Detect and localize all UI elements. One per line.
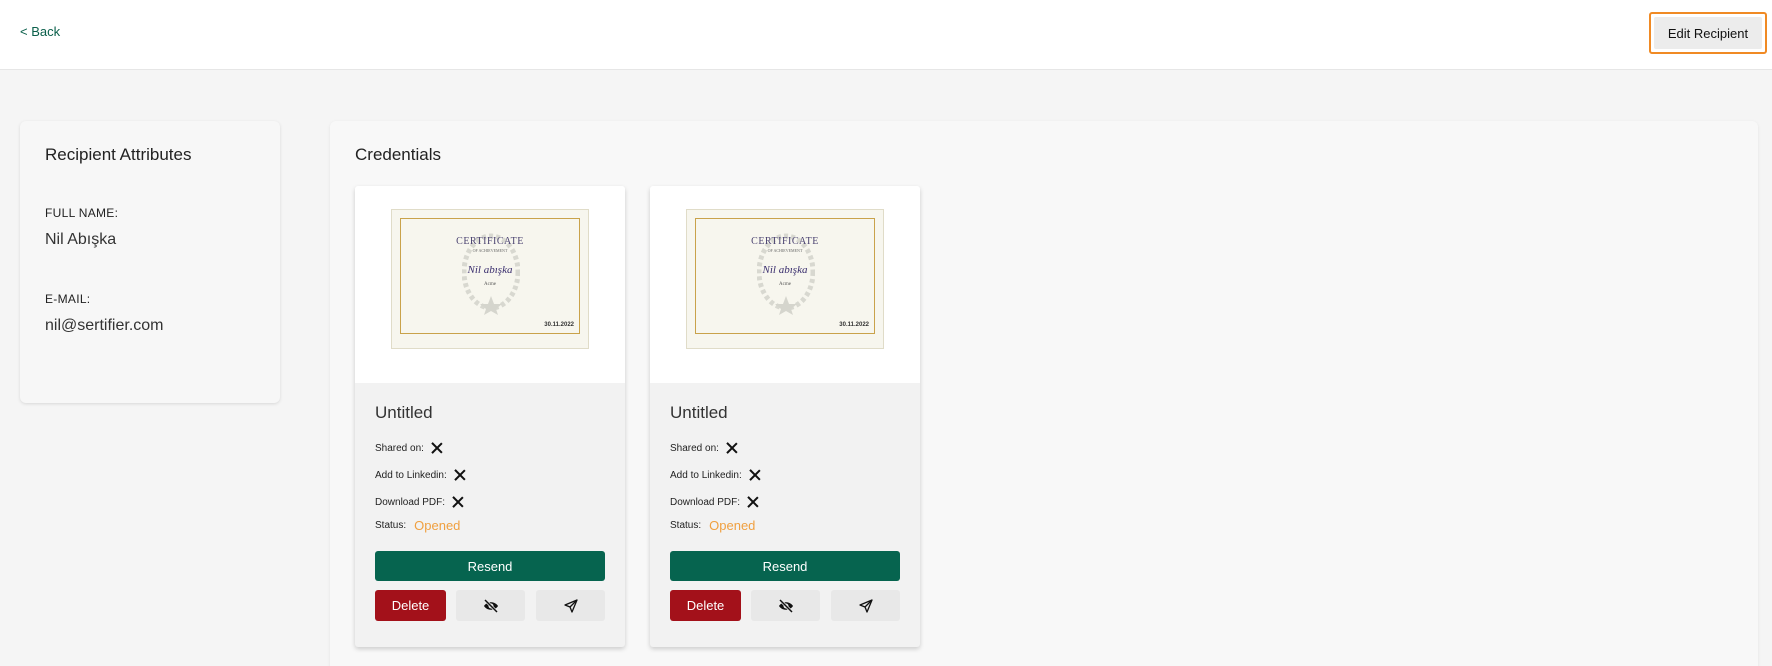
certificate-org: Acme <box>779 282 791 287</box>
download-pdf-row: Download PDF: <box>375 496 464 508</box>
close-icon <box>747 496 759 508</box>
fullname-value: Nil Abışka <box>45 231 117 248</box>
certificate-date: 30.11.2022 <box>839 322 869 328</box>
status-value: Opened <box>709 518 756 533</box>
send-icon <box>858 598 873 613</box>
status-row: Status: Opened <box>375 518 460 533</box>
status-row: Status: Opened <box>670 518 755 533</box>
certificate-thumbnail: CERTIFICATE OF ACHIEVEMENT Nil abışka Ac… <box>391 209 589 349</box>
edit-recipient-button[interactable]: Edit Recipient <box>1649 12 1767 54</box>
close-icon <box>749 469 761 481</box>
add-to-linkedin-label: Add to Linkedin: <box>670 469 742 481</box>
shared-on-label: Shared on: <box>670 442 719 454</box>
certificate-subheading: OF ACHIEVEMENT <box>472 248 508 253</box>
certificate-preview-area[interactable]: CERTIFICATE OF ACHIEVEMENT Nil abışka Ac… <box>650 186 920 383</box>
linkedin-row: Add to Linkedin: <box>670 469 761 481</box>
linkedin-row: Add to Linkedin: <box>375 469 466 481</box>
credential-name: Untitled <box>670 403 728 422</box>
close-icon <box>454 469 466 481</box>
send-button[interactable] <box>536 590 605 621</box>
fullname-label: FULL NAME: <box>45 206 119 220</box>
status-value: Opened <box>414 518 461 533</box>
credential-card: CERTIFICATE OF ACHIEVEMENT Nil abışka Ac… <box>650 186 920 647</box>
recipient-attributes-card: Recipient Attributes FULL NAME: Nil Abış… <box>20 121 280 403</box>
certificate-thumbnail: CERTIFICATE OF ACHIEVEMENT Nil abışka Ac… <box>686 209 884 349</box>
certificate-recipient-name: Nil abışka <box>762 264 808 276</box>
close-icon <box>726 442 738 454</box>
credential-name: Untitled <box>375 403 433 422</box>
close-icon <box>431 442 443 454</box>
eye-off-icon <box>483 598 498 613</box>
resend-button[interactable]: Resend <box>670 551 900 581</box>
certificate-date: 30.11.2022 <box>544 322 574 328</box>
certificate-heading: CERTIFICATE <box>456 236 524 247</box>
send-button[interactable] <box>831 590 900 621</box>
hide-button[interactable] <box>456 590 525 621</box>
certificate-recipient-name: Nil abışka <box>467 264 513 276</box>
close-icon <box>452 496 464 508</box>
shared-on-label: Shared on: <box>375 442 424 454</box>
add-to-linkedin-label: Add to Linkedin: <box>375 469 447 481</box>
back-link[interactable]: < Back <box>20 24 60 39</box>
download-pdf-row: Download PDF: <box>670 496 759 508</box>
credentials-panel: Credentials CERTIFICATE OF ACHIEVEMENT N… <box>330 121 1758 666</box>
delete-button[interactable]: Delete <box>670 590 741 621</box>
top-bar: < Back Edit Recipient <box>0 0 1772 70</box>
download-pdf-label: Download PDF: <box>670 496 741 508</box>
recipient-attributes-title: Recipient Attributes <box>45 145 192 164</box>
shared-on-row: Shared on: <box>375 442 443 454</box>
download-pdf-label: Download PDF: <box>375 496 446 508</box>
certificate-heading: CERTIFICATE <box>751 236 819 247</box>
certificate-preview-area[interactable]: CERTIFICATE OF ACHIEVEMENT Nil abışka Ac… <box>355 186 625 383</box>
certificate-org: Acme <box>484 282 496 287</box>
email-value: nil@sertifier.com <box>45 317 164 334</box>
edit-recipient-label: Edit Recipient <box>1654 17 1762 49</box>
eye-off-icon <box>778 598 793 613</box>
shared-on-row: Shared on: <box>670 442 738 454</box>
resend-button[interactable]: Resend <box>375 551 605 581</box>
certificate-subheading: OF ACHIEVEMENT <box>767 248 803 253</box>
send-icon <box>563 598 578 613</box>
credentials-title: Credentials <box>355 145 441 164</box>
email-label: E-MAIL: <box>45 292 91 306</box>
status-label: Status: <box>375 520 407 531</box>
delete-button[interactable]: Delete <box>375 590 446 621</box>
credential-card: CERTIFICATE OF ACHIEVEMENT Nil abışka Ac… <box>355 186 625 647</box>
hide-button[interactable] <box>751 590 820 621</box>
status-label: Status: <box>670 520 702 531</box>
